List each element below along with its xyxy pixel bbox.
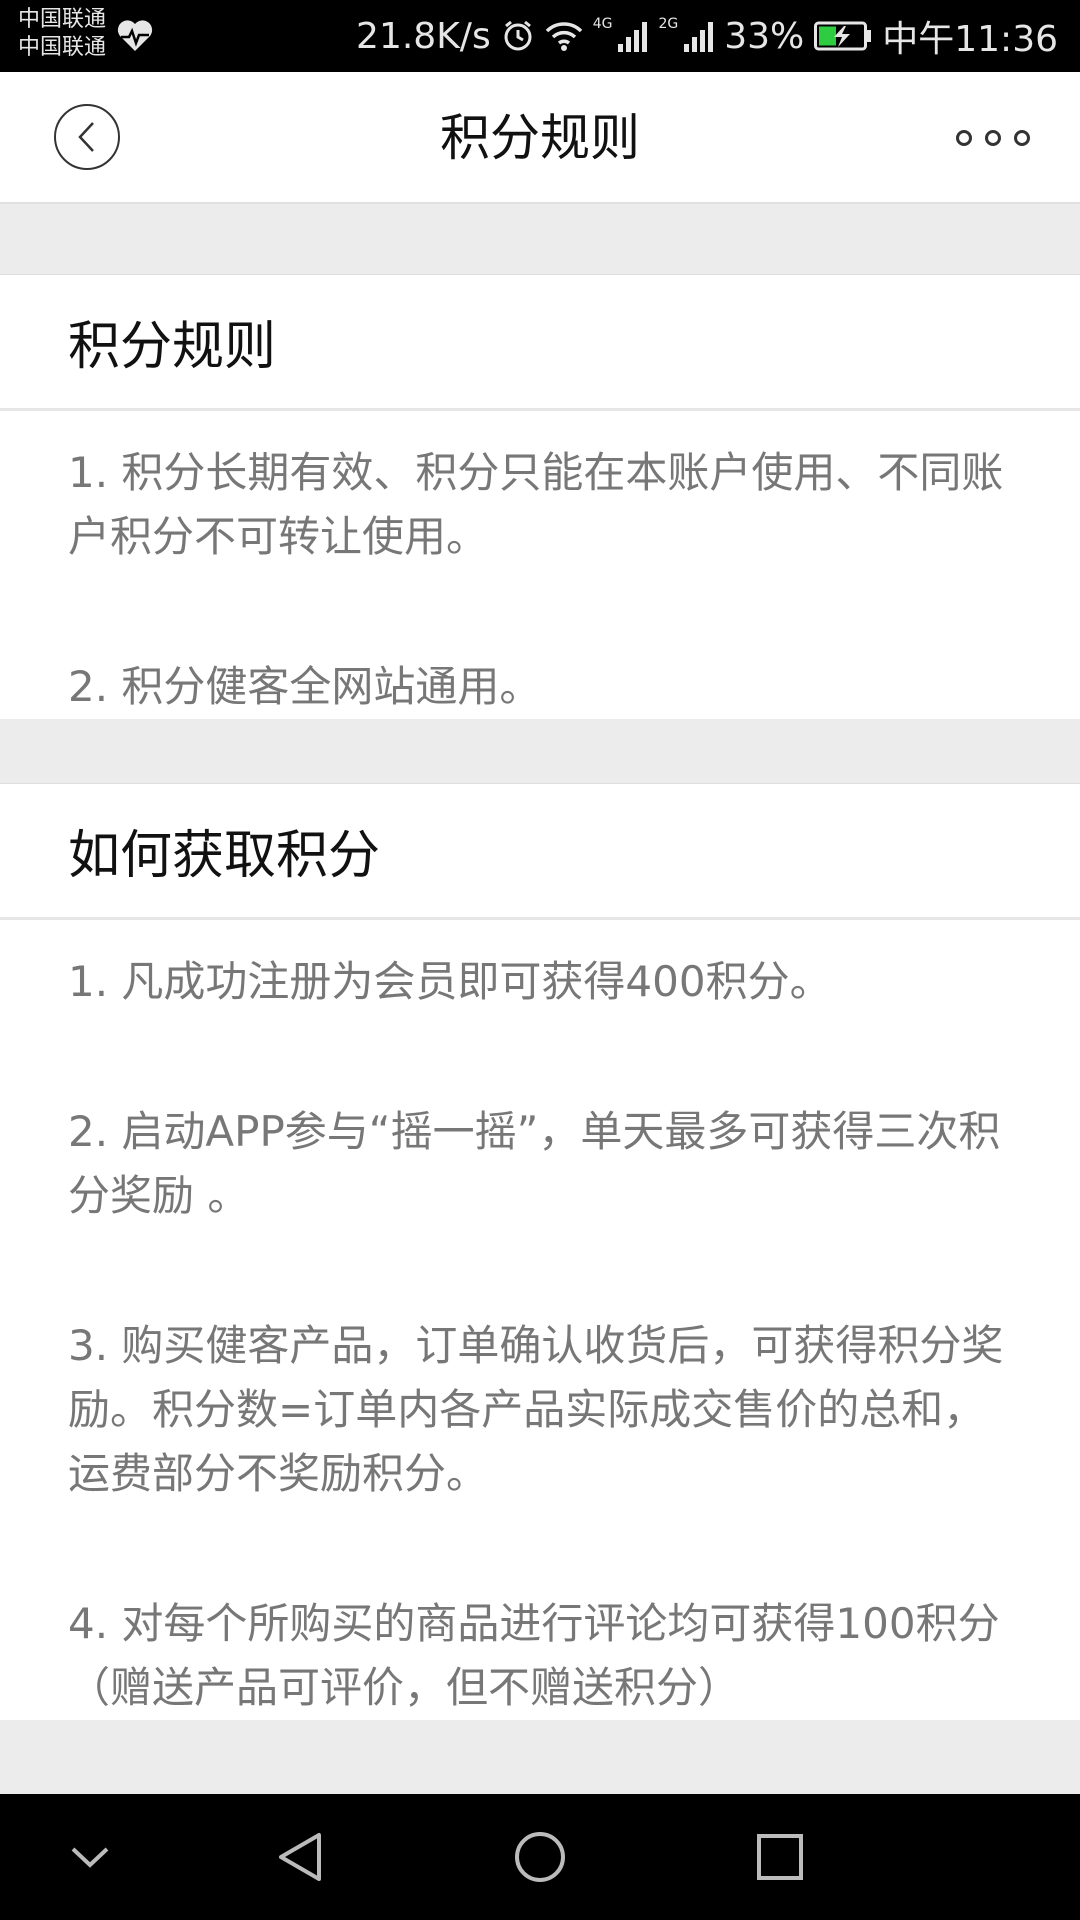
nav-recent-button[interactable] [740, 1794, 820, 1920]
heart-rate-icon [117, 20, 153, 51]
rules-section: 积分规则 1. 积分长期有效、积分只能在本账户使用、不同账户积分不可转让使用。 … [0, 274, 1080, 719]
circle-home-icon [515, 1832, 565, 1882]
signal-1-icon [618, 22, 648, 52]
app-header: 积分规则 [0, 72, 1080, 204]
square-recent-icon [757, 1834, 803, 1880]
list-item: 3. 购买健客产品，订单确认收货后，可获得积分奖励。积分数=订单内各产品实际成交… [68, 1321, 1004, 1498]
carrier-2: 中国联通 [18, 35, 107, 60]
battery-percent: 33% [724, 15, 805, 57]
page-title: 积分规则 [440, 109, 640, 167]
list-item: 4. 对每个所购买的商品进行评论均可获得100积分（赠送产品可评价，但不赠送积分… [68, 1599, 1000, 1712]
list-item: 1. 凡成功注册为会员即可获得400积分。 [68, 957, 832, 1006]
list-item: 1. 积分长期有效、积分只能在本账户使用、不同账户积分不可转让使用。 [68, 448, 1004, 561]
clock: 中午11:36 [882, 19, 1058, 60]
more-dot-icon [1014, 130, 1030, 146]
nav-home-button[interactable] [500, 1794, 580, 1920]
more-dot-icon [985, 130, 1001, 146]
status-right: 21.8K/s 4G 2G 33% 中午11:36 [356, 0, 1058, 72]
wifi-icon [545, 22, 582, 51]
net-speed: 21.8K/s [356, 15, 491, 57]
more-dot-icon [956, 130, 972, 146]
rules-list: 1. 积分长期有效、积分只能在本账户使用、不同账户积分不可转让使用。 2. 积分… [0, 411, 1080, 719]
carrier-1: 中国联通 [18, 7, 107, 32]
section-title: 积分规则 [0, 275, 1080, 411]
signal-1-label: 4G [592, 16, 613, 32]
list-item: 2. 启动APP参与“摇一摇”，单天最多可获得三次积分奖励 。 [68, 1107, 1001, 1220]
section-title: 如何获取积分 [0, 784, 1080, 920]
battery-charging-icon [814, 21, 872, 51]
carrier-info: 中国联通 中国联通 [18, 6, 106, 62]
rules-list: 1. 凡成功注册为会员即可获得400积分。 2. 启动APP参与“摇一摇”，单天… [0, 920, 1080, 1720]
list-item: 2. 积分健客全网站通用。 [68, 662, 542, 711]
earn-points-section: 如何获取积分 1. 凡成功注册为会员即可获得400积分。 2. 启动APP参与“… [0, 783, 1080, 1720]
more-button[interactable] [956, 126, 1030, 150]
alarm-icon [504, 20, 532, 51]
nav-hide-button[interactable] [50, 1794, 130, 1920]
system-nav-bar [0, 1794, 1080, 1920]
chevron-down-icon [71, 1847, 109, 1868]
nav-back-button[interactable] [260, 1794, 340, 1920]
status-bar: 中国联通 中国联通 21.8K/s 4G 2G 33% 中午11:36 [0, 0, 1080, 72]
triangle-back-icon [279, 1833, 321, 1881]
signal-2-label: 2G [658, 16, 679, 32]
content-area[interactable]: 积分规则 1. 积分长期有效、积分只能在本账户使用、不同账户积分不可转让使用。 … [0, 204, 1080, 1794]
signal-2-icon [684, 22, 714, 52]
